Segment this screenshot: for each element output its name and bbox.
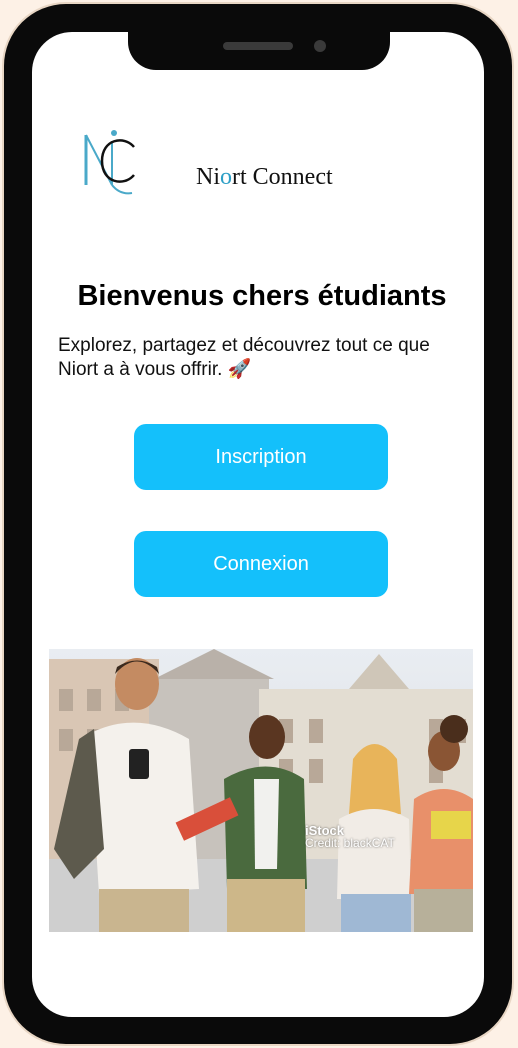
app-name-accent: o [220,164,232,190]
hero-students-photo: iStock Credit: blackCAT [49,649,473,932]
speaker-grille [223,42,293,50]
login-button[interactable]: Connexion [134,531,388,597]
phone-notch [128,28,390,70]
niort-connect-logo [84,130,135,195]
phone-frame: Niort Connect Bienvenus chers étudiants … [4,4,512,1044]
welcome-subtitle: Explorez, partagez et découvrez tout ce … [58,335,430,380]
camera-icon [314,40,326,52]
signup-button[interactable]: Inscription [134,424,388,490]
hero-illustration [49,649,473,932]
image-watermark: iStock Credit: blackCAT [305,824,395,850]
welcome-title: Bienvenus chers étudiants [77,280,447,312]
app-name: Niort Connect [196,164,333,191]
app-screen: Niort Connect Bienvenus chers étudiants … [32,32,484,1017]
app-name-part: rt Connect [232,164,333,190]
app-name-part: Ni [196,164,220,190]
watermark-credit: Credit: blackCAT [305,836,395,850]
